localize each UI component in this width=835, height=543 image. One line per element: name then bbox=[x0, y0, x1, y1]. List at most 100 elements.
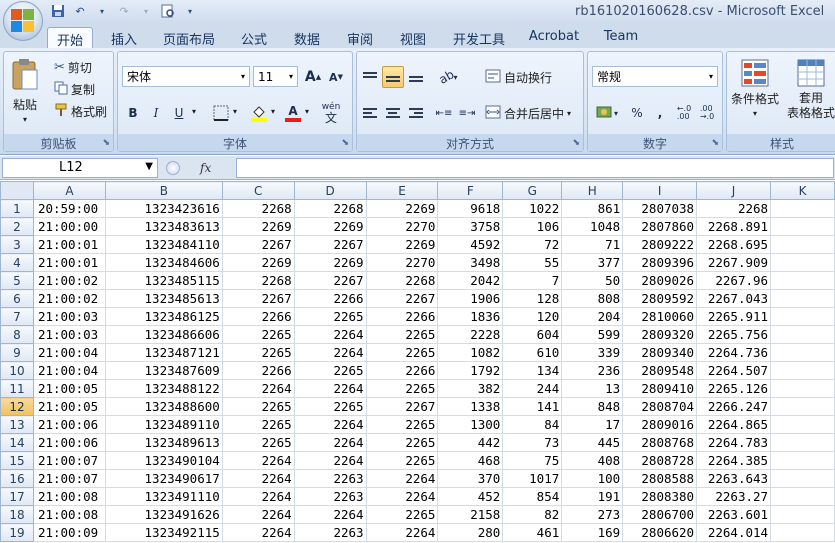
font-size-combo[interactable]: 11 ▾ bbox=[253, 66, 298, 87]
column-header-h[interactable]: H bbox=[561, 181, 624, 200]
cell[interactable]: 2809396 bbox=[622, 253, 698, 272]
cell[interactable]: 442 bbox=[437, 433, 504, 452]
cell[interactable]: 1323485115 bbox=[104, 271, 223, 290]
bold-button[interactable]: B bbox=[122, 102, 144, 124]
format-as-table-button[interactable]: 套用 表格格式 bbox=[787, 58, 835, 121]
cell[interactable]: 848 bbox=[561, 397, 624, 416]
cell[interactable]: 1836 bbox=[437, 307, 504, 326]
column-header-i[interactable]: I bbox=[622, 181, 698, 200]
qat-customize-icon[interactable]: ▾ bbox=[182, 3, 198, 19]
cell[interactable]: 1323489110 bbox=[104, 415, 223, 434]
cell[interactable]: 1323423616 bbox=[104, 199, 223, 218]
cell[interactable]: 1906 bbox=[437, 289, 504, 308]
cell[interactable]: 2267 bbox=[221, 289, 295, 308]
italic-button[interactable]: I bbox=[145, 102, 167, 124]
column-header-c[interactable]: C bbox=[221, 181, 295, 200]
cell[interactable]: 75 bbox=[502, 451, 563, 470]
tab-formulas[interactable]: 公式 bbox=[232, 27, 276, 48]
cell[interactable]: 1323485613 bbox=[104, 289, 223, 308]
cell[interactable] bbox=[770, 469, 835, 488]
cell[interactable] bbox=[770, 451, 835, 470]
font-color-button[interactable]: A bbox=[282, 102, 304, 124]
tab-acrobat[interactable]: Acrobat bbox=[522, 27, 586, 48]
cell[interactable]: 21:00:04 bbox=[32, 343, 106, 362]
cell[interactable]: 2268 bbox=[221, 199, 295, 218]
cell[interactable]: 2264.783 bbox=[696, 433, 772, 452]
cell[interactable]: 21:00:00 bbox=[32, 217, 106, 236]
cell[interactable]: 2263 bbox=[293, 469, 367, 488]
formula-input[interactable] bbox=[236, 158, 834, 178]
tab-team[interactable]: Team bbox=[596, 27, 646, 48]
number-dialog-launcher-icon[interactable]: ⬊ bbox=[711, 138, 719, 148]
cell[interactable]: 2264 bbox=[365, 523, 439, 542]
cell[interactable]: 128 bbox=[502, 289, 563, 308]
cell[interactable] bbox=[770, 397, 835, 416]
cell[interactable]: 2264.865 bbox=[696, 415, 772, 434]
font-name-combo[interactable]: 宋体 ▾ bbox=[122, 66, 250, 87]
cell[interactable]: 2265 bbox=[365, 451, 439, 470]
cell[interactable]: 55 bbox=[502, 253, 563, 272]
phonetic-button[interactable]: wén 文 bbox=[316, 102, 346, 124]
cell[interactable]: 2809222 bbox=[622, 235, 698, 254]
cell[interactable]: 2809340 bbox=[622, 343, 698, 362]
cell[interactable]: 2264 bbox=[293, 379, 367, 398]
cell[interactable]: 2264 bbox=[293, 325, 367, 344]
cell[interactable]: 2264 bbox=[221, 505, 295, 524]
cell[interactable] bbox=[770, 523, 835, 542]
align-top-button[interactable] bbox=[359, 66, 381, 88]
cell[interactable]: 2809320 bbox=[622, 325, 698, 344]
cell[interactable]: 408 bbox=[561, 451, 624, 470]
cell[interactable]: 2809548 bbox=[622, 361, 698, 380]
cell[interactable] bbox=[770, 307, 835, 326]
cell[interactable]: 2264.385 bbox=[696, 451, 772, 470]
cell[interactable]: 1323488122 bbox=[104, 379, 223, 398]
cell[interactable]: 2264 bbox=[221, 523, 295, 542]
accounting-format-button[interactable]: ▾ bbox=[592, 102, 622, 124]
fill-color-button[interactable] bbox=[248, 102, 270, 124]
cell[interactable]: 2807038 bbox=[622, 199, 698, 218]
cell[interactable]: 1323484110 bbox=[104, 235, 223, 254]
cell[interactable]: 73 bbox=[502, 433, 563, 452]
cell[interactable]: 2270 bbox=[365, 217, 439, 236]
print-preview-icon[interactable] bbox=[160, 3, 176, 19]
cell[interactable]: 21:00:05 bbox=[32, 379, 106, 398]
cell[interactable] bbox=[770, 361, 835, 380]
cell[interactable]: 377 bbox=[561, 253, 624, 272]
row-header[interactable]: 4 bbox=[0, 253, 34, 272]
shrink-font-button[interactable]: A ▼ bbox=[325, 66, 347, 88]
increase-indent-button[interactable]: ≡⇥ bbox=[456, 102, 478, 124]
cell[interactable] bbox=[770, 433, 835, 452]
cell[interactable]: 2264 bbox=[365, 487, 439, 506]
column-header-f[interactable]: F bbox=[437, 181, 504, 200]
cell[interactable]: 808 bbox=[561, 289, 624, 308]
cell[interactable]: 1792 bbox=[437, 361, 504, 380]
row-header[interactable]: 11 bbox=[0, 379, 34, 398]
cell[interactable]: 2265 bbox=[221, 343, 295, 362]
cell[interactable]: 21:00:01 bbox=[32, 235, 106, 254]
cell[interactable]: 452 bbox=[437, 487, 504, 506]
cell[interactable]: 2265 bbox=[221, 325, 295, 344]
font-dialog-launcher-icon[interactable]: ⬊ bbox=[341, 138, 349, 148]
cell[interactable]: 854 bbox=[502, 487, 563, 506]
cell[interactable] bbox=[770, 343, 835, 362]
column-header-b[interactable]: B bbox=[104, 181, 223, 200]
cell[interactable]: 2264.507 bbox=[696, 361, 772, 380]
cell[interactable]: 2264 bbox=[293, 451, 367, 470]
redo-dropdown-icon[interactable]: ▾ bbox=[138, 3, 154, 19]
cell[interactable]: 21:00:08 bbox=[32, 505, 106, 524]
cell[interactable] bbox=[770, 235, 835, 254]
cell[interactable]: 1323487609 bbox=[104, 361, 223, 380]
fill-color-dropdown-icon[interactable]: ▾ bbox=[271, 107, 275, 116]
decrease-indent-button[interactable]: ⇤≡ bbox=[433, 102, 455, 124]
tab-insert[interactable]: 插入 bbox=[102, 27, 146, 48]
cell[interactable]: 2042 bbox=[437, 271, 504, 290]
cell[interactable]: 2265 bbox=[221, 415, 295, 434]
cell[interactable]: 2267.909 bbox=[696, 253, 772, 272]
cell[interactable]: 1323488600 bbox=[104, 397, 223, 416]
cell[interactable]: 2807860 bbox=[622, 217, 698, 236]
clipboard-dialog-launcher-icon[interactable]: ⬊ bbox=[102, 138, 110, 148]
cell[interactable]: 2809026 bbox=[622, 271, 698, 290]
undo-dropdown-icon[interactable]: ▾ bbox=[94, 3, 110, 19]
cell[interactable]: 1022 bbox=[502, 199, 563, 218]
row-header[interactable]: 14 bbox=[0, 433, 34, 452]
